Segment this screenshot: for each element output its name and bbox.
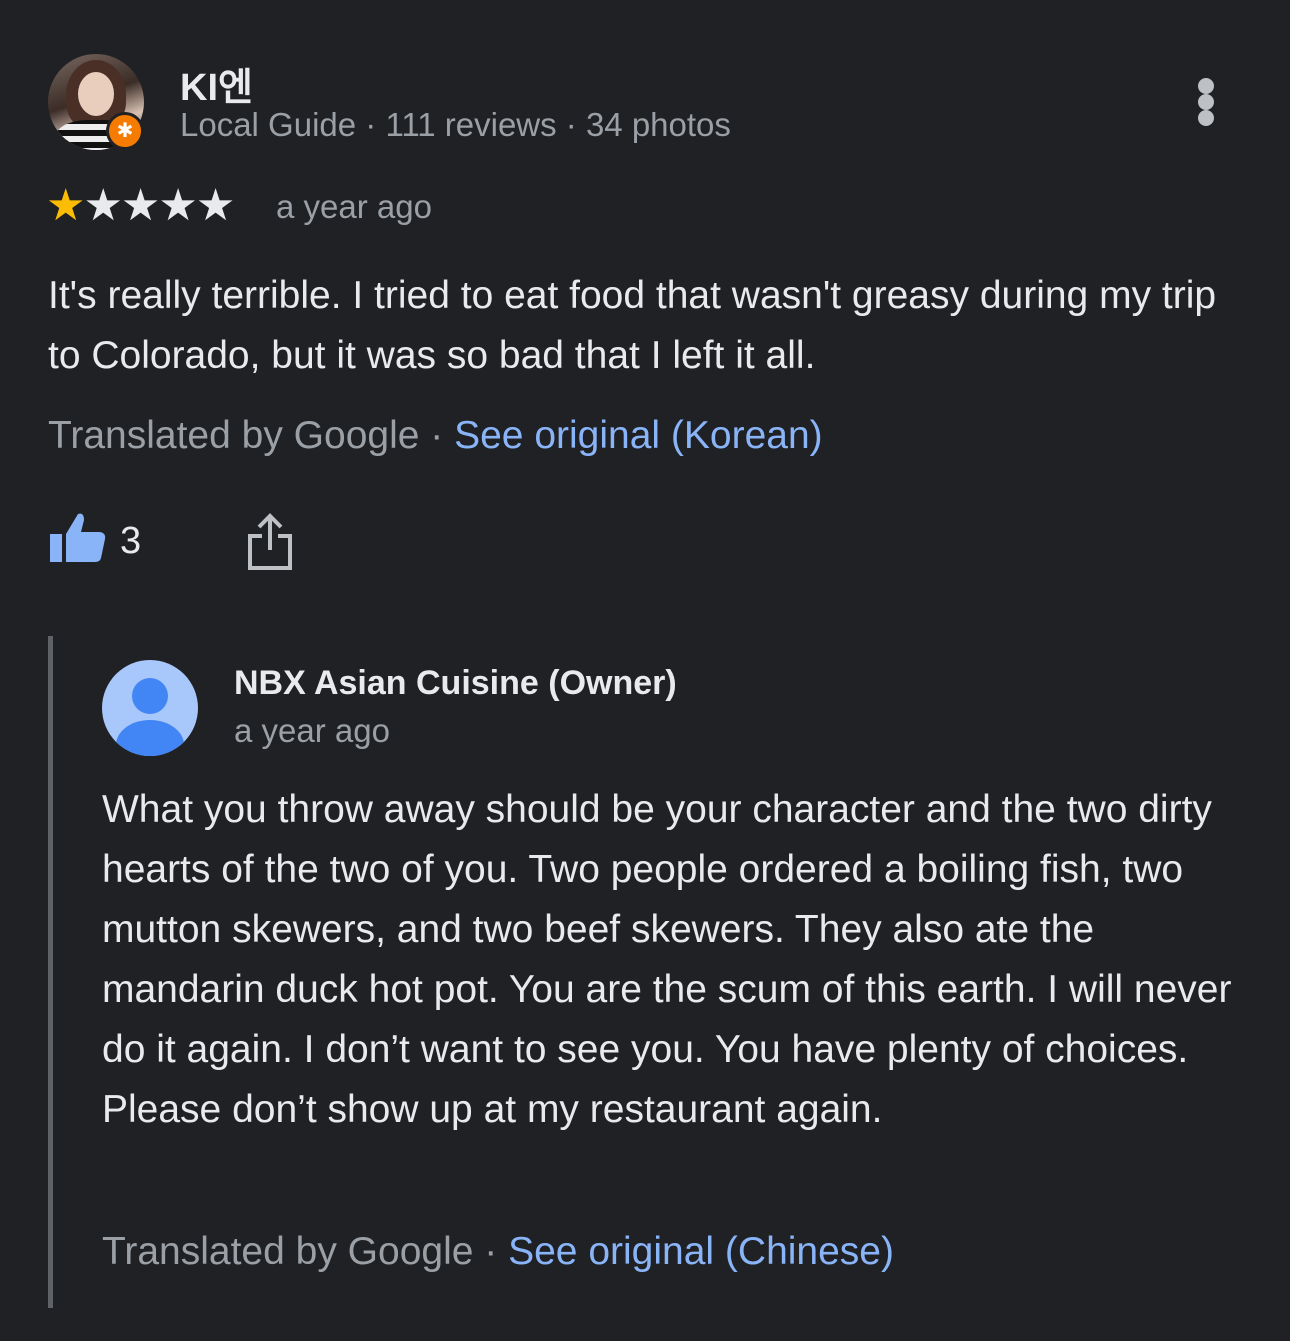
avatar-person-head xyxy=(132,678,168,714)
reply-indent-bar xyxy=(48,636,53,1308)
owner-response-time: a year ago xyxy=(234,712,390,749)
avatar-face xyxy=(78,72,114,116)
separator-dot: · xyxy=(473,1230,509,1273)
see-original-link[interactable]: See original (Chinese) xyxy=(508,1230,894,1273)
owner-response-text: What you throw away should be your chara… xyxy=(102,788,1232,1131)
star-empty-icon: ★ xyxy=(195,181,235,230)
translated-by-label: Translated by Google xyxy=(102,1230,474,1273)
share-icon[interactable] xyxy=(244,512,296,572)
star-empty-icon: ★ xyxy=(83,181,122,230)
avatar-person-body xyxy=(116,720,184,756)
star-rating: ★★★★★ xyxy=(46,180,235,232)
star-empty-icon: ★ xyxy=(120,181,160,230)
reviewer-meta: Local Guide · 111 reviews · 34 photos xyxy=(180,106,731,143)
more-options-icon[interactable] xyxy=(1190,72,1222,132)
owner-avatar-icon[interactable] xyxy=(102,660,198,756)
reviewer-name[interactable]: KI엔 xyxy=(180,56,253,111)
see-original-link[interactable]: See original (Korean) xyxy=(454,414,823,457)
star-empty-icon: ★ xyxy=(158,181,197,230)
star-filled-icon: ★ xyxy=(46,181,85,230)
separator-dot: · xyxy=(419,414,455,457)
review-translation-note: Translated by Google · See original (Kor… xyxy=(48,414,823,458)
translated-by-label: Translated by Google xyxy=(48,414,420,457)
review-time: a year ago xyxy=(276,188,432,225)
local-guide-badge-icon: ✱ xyxy=(106,112,144,150)
owner-name[interactable]: NBX Asian Cuisine (Owner) xyxy=(234,664,677,703)
owner-translation-note: Translated by Google · See original (Chi… xyxy=(102,1230,894,1274)
like-count: 3 xyxy=(120,520,142,562)
thumbs-up-icon[interactable] xyxy=(48,508,108,568)
review-text: It's really terrible. I tried to eat foo… xyxy=(48,274,1217,377)
